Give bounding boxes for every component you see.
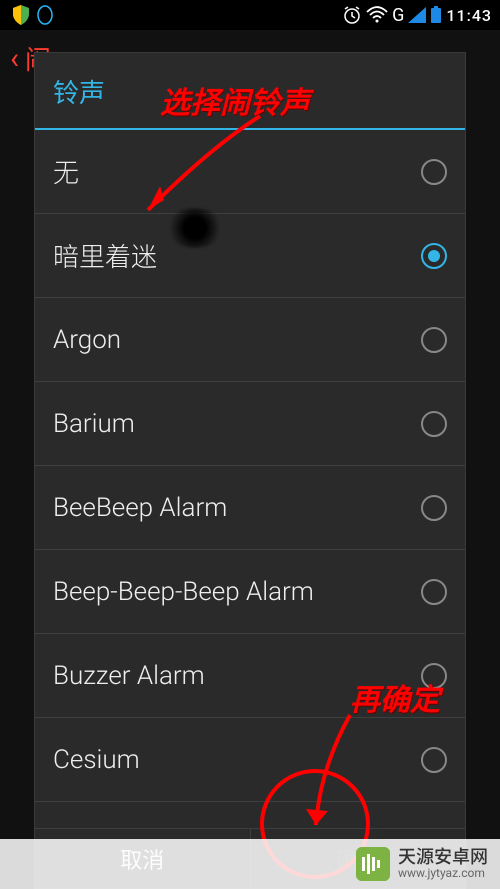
ringtone-item[interactable]: Barium <box>35 382 465 466</box>
watermark-url: www.jytyaz.com <box>398 867 488 880</box>
radio-icon[interactable] <box>421 159 447 185</box>
ringtone-label: Cesium <box>53 745 140 775</box>
watermark: 天源安卓网 www.jytyaz.com <box>0 839 500 889</box>
status-time: 11:43 <box>446 6 492 25</box>
battery-icon <box>430 6 442 24</box>
ringtone-item[interactable]: Argon <box>35 298 465 382</box>
radio-icon[interactable] <box>421 411 447 437</box>
ringtone-item[interactable]: Buzzer Alarm <box>35 634 465 718</box>
radio-icon[interactable] <box>421 495 447 521</box>
signal-icon <box>408 7 426 23</box>
shield-icon <box>12 5 30 25</box>
radio-icon[interactable] <box>421 579 447 605</box>
ringtone-label: BeeBeep Alarm <box>53 493 227 523</box>
dialog-title: 铃声 <box>35 53 465 128</box>
ringtone-item[interactable]: 无 <box>35 130 465 214</box>
ringtone-label: 无 <box>53 153 79 190</box>
ringtone-label: Buzzer Alarm <box>53 661 205 691</box>
qq-icon <box>36 5 54 25</box>
network-label: G <box>392 5 404 26</box>
ringtone-item[interactable]: Helium <box>35 802 465 828</box>
wifi-icon <box>366 6 388 24</box>
radio-icon[interactable] <box>421 663 447 689</box>
watermark-title: 天源安卓网 <box>398 848 488 868</box>
watermark-logo-icon <box>356 847 390 881</box>
status-bar: G 11:43 <box>0 0 500 30</box>
ringtone-list: 无暗里着迷 Argon Barium BeeBeep Alarm Beep-Beep-B… <box>35 130 465 828</box>
alarm-icon <box>342 5 362 25</box>
ringtone-item[interactable]: BeeBeep Alarm <box>35 466 465 550</box>
ringtone-label: Beep-Beep-Beep Alarm <box>53 577 314 607</box>
ringtone-dialog: 铃声 无暗里着迷 Argon Barium BeeBeep Alarm Beep-Bee… <box>34 52 466 889</box>
ringtone-item[interactable]: Cesium <box>35 718 465 802</box>
back-icon[interactable]: ‹ <box>10 41 19 76</box>
ringtone-label: 暗里着迷 <box>53 237 157 274</box>
radio-icon[interactable] <box>421 243 447 269</box>
ringtone-item[interactable]: 暗里着迷 <box>35 214 465 298</box>
radio-icon[interactable] <box>421 747 447 773</box>
radio-icon[interactable] <box>421 327 447 353</box>
ringtone-label: Argon <box>53 325 121 355</box>
ringtone-item[interactable]: Beep-Beep-Beep Alarm <box>35 550 465 634</box>
ringtone-label: Barium <box>53 409 135 439</box>
